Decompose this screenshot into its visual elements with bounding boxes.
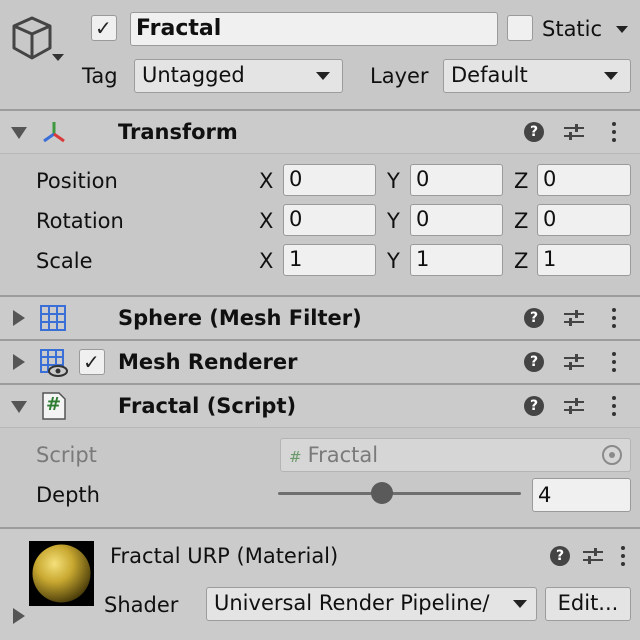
gameobject-icon[interactable] xyxy=(10,14,66,66)
tag-value: Untagged xyxy=(142,63,245,87)
object-name-input[interactable]: Fractal xyxy=(130,12,498,46)
divider xyxy=(0,153,640,154)
more-options-icon[interactable] xyxy=(612,396,616,420)
shader-label: Shader xyxy=(104,593,179,617)
scale-z-field[interactable]: 1 xyxy=(537,244,631,276)
foldout-expanded-icon[interactable] xyxy=(11,401,27,413)
more-options-icon[interactable] xyxy=(612,308,616,332)
rotation-y-field[interactable]: 0 xyxy=(410,204,503,236)
object-picker-icon xyxy=(601,444,623,466)
depth-label: Depth xyxy=(36,483,100,507)
rotation-label: Rotation xyxy=(36,209,124,233)
presets-icon[interactable] xyxy=(563,395,585,417)
material-preview[interactable] xyxy=(29,541,94,606)
static-label[interactable]: Static xyxy=(542,16,602,42)
more-options-icon[interactable] xyxy=(621,546,625,570)
axis-x-label[interactable]: X xyxy=(259,168,273,194)
script-component-header[interactable] xyxy=(0,385,640,427)
position-label: Position xyxy=(36,169,118,193)
presets-icon[interactable] xyxy=(563,121,585,143)
active-checkbox[interactable]: ✓ xyxy=(91,15,117,41)
help-icon[interactable]: ? xyxy=(524,308,544,328)
axis-y-label[interactable]: Y xyxy=(387,208,400,234)
presets-icon[interactable] xyxy=(563,351,585,373)
more-options-icon[interactable] xyxy=(612,352,616,376)
foldout-collapsed-icon[interactable] xyxy=(13,608,25,624)
mesh-renderer-enabled-checkbox[interactable]: ✓ xyxy=(79,349,105,375)
help-icon[interactable]: ? xyxy=(524,396,544,416)
script-value: Fractal xyxy=(307,443,379,467)
transform-header[interactable] xyxy=(0,111,640,153)
help-icon[interactable]: ? xyxy=(550,546,570,566)
foldout-collapsed-icon[interactable] xyxy=(13,310,25,326)
presets-icon[interactable] xyxy=(563,307,585,329)
chevron-down-icon xyxy=(316,72,330,80)
script-component-title: Fractal (Script) xyxy=(118,394,297,418)
axis-z-label[interactable]: Z xyxy=(514,208,528,234)
scale-y-field[interactable]: 1 xyxy=(410,244,503,276)
position-x-field[interactable]: 0 xyxy=(283,164,376,196)
depth-value-field[interactable]: 4 xyxy=(532,478,631,512)
axis-z-label[interactable]: Z xyxy=(514,168,528,194)
foldout-collapsed-icon[interactable] xyxy=(13,354,25,370)
mesh-renderer-title: Mesh Renderer xyxy=(118,350,298,374)
help-icon[interactable]: ? xyxy=(524,352,544,372)
foldout-expanded-icon[interactable] xyxy=(11,127,27,139)
material-title: Fractal URP (Material) xyxy=(110,544,339,568)
axis-x-label[interactable]: X xyxy=(259,208,273,234)
tag-dropdown[interactable]: Untagged xyxy=(134,59,343,93)
position-y-field[interactable]: 0 xyxy=(410,164,503,196)
axis-z-label[interactable]: Z xyxy=(514,248,528,274)
shader-value: Universal Render Pipeline/ xyxy=(214,591,490,615)
mesh-renderer-icon xyxy=(39,348,69,378)
mesh-filter-title: Sphere (Mesh Filter) xyxy=(118,306,362,330)
static-dropdown-icon[interactable] xyxy=(616,26,628,33)
scale-x-field[interactable]: 1 xyxy=(283,244,376,276)
script-label: Script xyxy=(36,443,97,467)
static-checkbox[interactable] xyxy=(507,15,533,41)
divider xyxy=(0,427,640,428)
tag-label: Tag xyxy=(82,64,118,88)
axis-y-label[interactable]: Y xyxy=(387,248,400,274)
more-options-icon[interactable] xyxy=(612,122,616,146)
layer-label: Layer xyxy=(370,64,429,88)
edit-shader-button[interactable]: Edit... xyxy=(545,587,631,621)
help-icon[interactable]: ? xyxy=(524,122,544,142)
script-file-icon: # xyxy=(40,391,68,421)
axis-y-label[interactable]: Y xyxy=(387,168,400,194)
scale-label: Scale xyxy=(36,249,93,273)
mesh-filter-icon xyxy=(39,304,67,332)
rotation-x-field[interactable]: 0 xyxy=(283,204,376,236)
shader-dropdown[interactable]: Universal Render Pipeline/ xyxy=(206,587,537,621)
transform-title: Transform xyxy=(118,120,238,144)
position-z-field[interactable]: 0 xyxy=(537,164,631,196)
check-icon: ✓ xyxy=(95,16,112,40)
hash-icon: # xyxy=(46,394,62,415)
depth-slider-track[interactable] xyxy=(278,492,521,495)
presets-icon[interactable] xyxy=(582,545,604,567)
rotation-z-field[interactable]: 0 xyxy=(537,204,631,236)
depth-slider-thumb[interactable] xyxy=(371,482,394,504)
hash-icon: # xyxy=(289,448,302,466)
layer-dropdown[interactable]: Default xyxy=(443,59,631,93)
script-object-field: # Fractal xyxy=(280,438,631,472)
layer-value: Default xyxy=(451,63,528,87)
chevron-down-icon xyxy=(604,72,618,80)
transform-icon xyxy=(40,118,68,146)
chevron-down-icon xyxy=(513,600,527,608)
check-icon: ✓ xyxy=(83,350,100,374)
axis-x-label[interactable]: X xyxy=(259,248,273,274)
